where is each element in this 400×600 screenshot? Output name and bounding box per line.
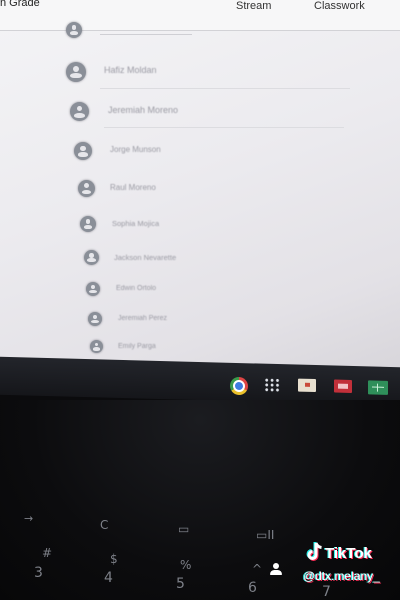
avatar [78,180,95,197]
avatar [70,102,89,121]
student-name: Jackson Nevarette [114,253,177,262]
avatar [90,340,103,353]
avatar [66,22,82,38]
row-divider [100,34,192,35]
avatar [88,312,102,326]
key-dollar: $ [110,552,118,566]
class-title: n Grade [0,0,40,9]
key-fullscreen: ▭ [178,522,190,536]
student-name: Raul Moreno [110,183,156,192]
apps-icon[interactable] [264,377,280,393]
tab-stream[interactable]: Stream [236,0,271,12]
avatar [86,282,100,296]
avatar [74,142,92,160]
tab-classwork[interactable]: Classwork [314,0,365,12]
student-name: Jorge Munson [110,145,161,154]
key-3: 3 [34,565,43,581]
chrome-icon[interactable] [230,376,248,396]
student-name: Jeremiah Perez [118,315,168,322]
key-refresh: C [100,518,109,532]
files-icon[interactable] [298,378,316,393]
student-name: Hafiz Moldan [104,65,157,75]
row-divider [100,88,350,89]
slides-icon[interactable] [334,379,352,393]
sheets-icon[interactable] [368,380,388,395]
avatar [66,62,86,82]
key-forward: → [24,512,34,525]
key-caret: ^ [252,562,263,576]
avatar [84,250,99,265]
key-percent: % [180,558,192,572]
avatar [80,216,96,232]
student-name: Jeremiah Moreno [108,105,179,115]
student-name: Sophia Mojica [112,219,160,228]
user-icon [270,562,282,575]
classroom-header: n Grade Stream Classwork [0,0,400,31]
laptop-screen: n Grade Stream Classwork Hafiz Moldan Je… [0,0,400,375]
tiktok-logo-icon [306,542,322,561]
key-5: 5 [176,576,185,592]
tiktok-handle: @dtx.melany_ [303,569,380,583]
tiktok-brand: TikTok [325,545,372,562]
key-overview: ▭II [256,528,275,542]
row-divider [104,127,344,128]
student-name: Edwin Ortolo [116,285,157,292]
key-7: 7 [322,584,331,600]
key-4: 4 [104,570,113,586]
key-hash: # [42,546,53,560]
student-name: Emily Parga [118,343,156,350]
key-6: 6 [248,580,257,596]
